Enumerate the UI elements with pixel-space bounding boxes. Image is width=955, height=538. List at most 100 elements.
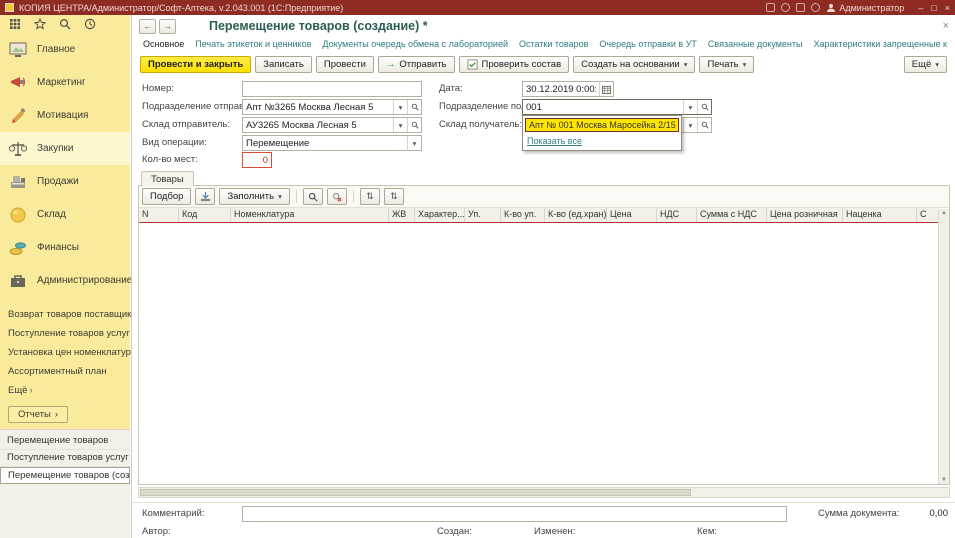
check-content-button[interactable]: Проверить состав [459, 56, 570, 73]
column-header[interactable]: НДС [657, 208, 697, 222]
column-header[interactable]: Сумма с НДС [697, 208, 767, 222]
number-input[interactable] [243, 83, 421, 95]
open-window-item[interactable]: Перемещение товаров [0, 433, 130, 450]
comment-field[interactable] [242, 506, 787, 522]
tab-print-labels[interactable]: Печать этикеток и ценников [195, 39, 311, 49]
window-close-button[interactable]: × [945, 3, 950, 13]
lookup-button[interactable] [697, 100, 711, 114]
sidebar-link-price-setting[interactable]: Установка цен номенклатуры [8, 343, 130, 362]
sender-store-field[interactable]: ▾ [242, 117, 422, 133]
vertical-scrollbar[interactable]: ▲ ▼ [938, 209, 949, 484]
notifications-icon[interactable] [766, 3, 775, 12]
sidebar-item-main[interactable]: Главное [0, 33, 130, 66]
caret-down-icon[interactable]: ▾ [683, 118, 697, 132]
sidebar-item-finance[interactable]: Финансы [0, 231, 130, 264]
close-form-button[interactable]: × [943, 20, 949, 32]
comment-input[interactable] [243, 508, 786, 520]
search-icon[interactable] [59, 18, 71, 30]
lookup-button[interactable] [407, 118, 421, 132]
sidebar-item-administration[interactable]: Администрирование [0, 264, 130, 297]
sidebar-item-motivation[interactable]: Мотивация [0, 99, 130, 132]
receiver-dept-field[interactable]: ▾ [522, 99, 712, 115]
horizontal-scrollbar[interactable] [138, 487, 950, 498]
fill-button[interactable]: Заполнить ▾ [219, 188, 289, 205]
sidebar-link-return-to-supplier[interactable]: Возврат товаров поставщику [8, 305, 130, 324]
sort-descending-button[interactable]: ⇅ [384, 188, 404, 205]
caret-down-icon[interactable]: ▾ [393, 100, 407, 114]
sort-ascending-button[interactable]: ⇅ [360, 188, 380, 205]
sidebar-item-warehouse[interactable]: Склад [0, 198, 130, 231]
print-button[interactable]: Печать ▾ [699, 56, 754, 73]
find-button[interactable] [303, 188, 323, 205]
sidebar-item-purchases[interactable]: Закупки [0, 132, 130, 165]
column-header[interactable]: Уп. [465, 208, 501, 222]
post-and-close-button[interactable]: Провести и закрыть [140, 56, 251, 73]
favorites-star-icon[interactable] [34, 18, 46, 30]
tab-lab-exchange-queue[interactable]: Документы очередь обмена с лабораторией [322, 39, 508, 49]
more-button[interactable]: Ещё ▾ [904, 56, 947, 73]
column-header[interactable]: К-во (ед.хран) [545, 208, 607, 222]
caret-down-icon[interactable]: ▾ [683, 100, 697, 114]
open-window-item-active[interactable]: Перемещение товаров (создание) * [0, 467, 130, 484]
column-header[interactable]: Наценка [843, 208, 917, 222]
scrollbar-thumb[interactable] [140, 489, 691, 496]
lookup-button[interactable] [407, 100, 421, 114]
cancel-find-button[interactable] [327, 188, 347, 205]
column-header[interactable]: ЖВ [389, 208, 415, 222]
column-header[interactable]: С [917, 208, 938, 222]
places-field[interactable] [242, 152, 272, 168]
favorites-icon[interactable] [796, 3, 805, 12]
sender-dept-input[interactable] [243, 101, 393, 113]
goods-table-body[interactable] [139, 224, 938, 484]
lookup-button[interactable] [697, 118, 711, 132]
maximize-button[interactable]: □ [931, 3, 936, 13]
date-input[interactable] [523, 83, 599, 95]
receiver-dept-input[interactable] [523, 101, 683, 113]
tab-goods-remainders[interactable]: Остатки товаров [519, 39, 588, 49]
number-field[interactable] [242, 81, 422, 97]
info-icon[interactable] [781, 3, 790, 12]
menu-grid-icon[interactable] [9, 18, 21, 30]
reports-button[interactable]: Отчеты › [8, 406, 68, 423]
scroll-up-icon[interactable]: ▲ [941, 210, 947, 216]
history-clock-icon[interactable] [84, 18, 96, 30]
forward-button[interactable]: → [159, 19, 176, 34]
places-input[interactable] [243, 154, 271, 166]
tab-main[interactable]: Основное [143, 39, 184, 49]
user-chip[interactable]: Администратор [826, 3, 904, 13]
tab-related-documents[interactable]: Связанные документы [708, 39, 803, 49]
column-header[interactable]: Цена розничная [767, 208, 843, 222]
pick-button[interactable]: Подбор [142, 188, 191, 205]
back-button[interactable]: ← [139, 19, 156, 34]
dropdown-suggestion[interactable]: Апт № 001 Москва Маросейка 2/15 (3 102) [525, 118, 679, 132]
send-button[interactable]: → Отправить [378, 56, 455, 73]
minimize-button[interactable]: – [918, 3, 923, 13]
column-header[interactable]: Характер... [415, 208, 465, 222]
post-button[interactable]: Провести [316, 56, 374, 73]
operation-input[interactable] [243, 137, 407, 149]
column-header[interactable]: К-во уп. [501, 208, 545, 222]
tab-goods[interactable]: Товары [141, 171, 194, 186]
write-button[interactable]: Записать [255, 56, 312, 73]
column-header[interactable]: Код [179, 208, 231, 222]
show-all-link[interactable]: Показать все [527, 136, 582, 146]
column-header[interactable]: Номенклатура [231, 208, 389, 222]
caret-down-icon[interactable]: ▾ [393, 118, 407, 132]
sidebar-link-assortment-plan[interactable]: Ассортиментный план [8, 362, 130, 381]
column-header[interactable]: Цена [607, 208, 657, 222]
caret-down-icon[interactable]: ▾ [407, 136, 421, 150]
tab-forbidden-characteristics[interactable]: Характеристики запрещенные к списанию [813, 39, 949, 49]
sidebar-item-marketing[interactable]: Маркетинг [0, 66, 130, 99]
calendar-button[interactable] [599, 82, 613, 96]
history-icon[interactable] [811, 3, 820, 12]
create-from-button[interactable]: Создать на основании ▾ [573, 56, 695, 73]
column-header[interactable]: N [139, 208, 179, 222]
sidebar-link-more[interactable]: Ещё› [8, 381, 130, 400]
date-field[interactable] [522, 81, 614, 97]
import-button[interactable] [195, 188, 215, 205]
sender-store-input[interactable] [243, 119, 393, 131]
sidebar-link-goods-receipt[interactable]: Поступление товаров услуг [8, 324, 130, 343]
open-window-item[interactable]: Поступление товаров услуг [0, 450, 130, 467]
scroll-down-icon[interactable]: ▼ [941, 477, 947, 483]
sidebar-item-sales[interactable]: Продажи [0, 165, 130, 198]
